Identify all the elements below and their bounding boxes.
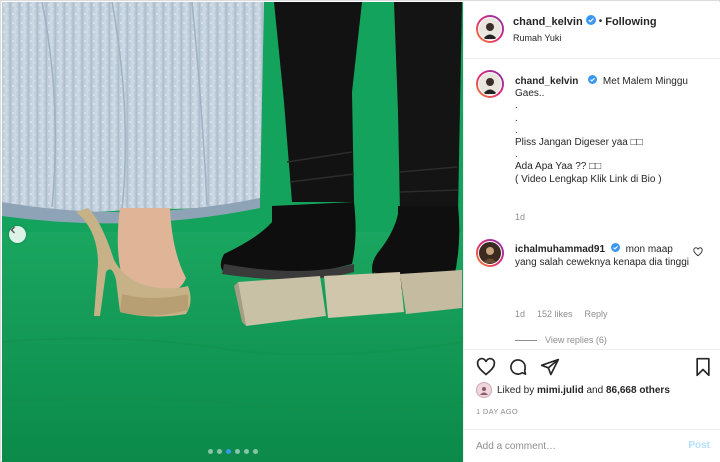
brick-3	[400, 270, 462, 314]
carousel-indicator	[2, 449, 463, 454]
liker-avatar[interactable]	[476, 382, 492, 398]
post-date: 1 DAY AGO	[476, 407, 519, 416]
author-username[interactable]: chand_kelvin	[513, 16, 583, 28]
liked-by-prefix: Liked by	[497, 384, 535, 396]
liked-by-and: and	[586, 384, 604, 396]
photo-scene	[2, 2, 463, 462]
post-comment-button[interactable]: Post	[688, 440, 710, 451]
caption-line: Ada Apa Yaa ?? □□	[515, 161, 602, 173]
header-separator: •	[598, 16, 603, 27]
post-location[interactable]: Rumah Yuki	[513, 33, 561, 43]
caption-line: ( Video Lengkap Klik Link di Bio )	[515, 173, 662, 185]
comment-text-rest: yang salah ceweknya kenapa dia tinggi	[515, 257, 690, 268]
caption-timestamp: 1d	[515, 212, 526, 222]
carousel-dot	[234, 449, 240, 454]
verified-icon	[588, 75, 598, 88]
commenter-username[interactable]: ichalmuhammad91	[515, 244, 605, 255]
heart-icon[interactable]	[476, 357, 496, 377]
comment-like-count[interactable]: 152 likes	[537, 309, 573, 319]
instagram-post-modal: chand_kelvin • Following Rumah Yuki chan…	[0, 0, 720, 462]
comment-timestamp: 1d	[515, 309, 526, 319]
comment-icon[interactable]	[508, 357, 528, 377]
author-avatar[interactable]	[476, 15, 504, 43]
post-details-panel: chand_kelvin • Following Rumah Yuki chan…	[463, 2, 720, 462]
likes-summary: Liked by mimi.julid and 86,668 others	[476, 382, 670, 398]
caption-line: .	[515, 124, 518, 136]
previous-slide-button[interactable]	[9, 226, 26, 243]
bookmark-icon[interactable]	[694, 357, 712, 377]
commenter-avatar[interactable]	[476, 239, 504, 267]
caption-line: Met Malem Minggu	[602, 76, 688, 87]
carousel-dot	[252, 449, 258, 454]
liked-by-others[interactable]: 86,668 others	[606, 385, 670, 396]
liked-by-user[interactable]: mimi.julid	[537, 385, 584, 396]
share-icon[interactable]	[540, 357, 560, 377]
reply-button[interactable]: Reply	[585, 309, 608, 319]
verified-icon	[610, 243, 620, 256]
comments-section[interactable]: chand_kelvin Met Malem Minggu Gaes.. . .…	[464, 59, 720, 349]
following-button[interactable]: Following	[605, 16, 656, 28]
carousel-dot	[225, 449, 231, 454]
add-comment-bar: Post	[464, 429, 720, 462]
post-header: chand_kelvin • Following Rumah Yuki	[464, 2, 720, 59]
chevron-left-icon	[10, 226, 15, 234]
right-trouser	[394, 2, 462, 212]
verified-icon	[585, 15, 596, 28]
profile-photo	[483, 78, 497, 94]
carousel-dot	[216, 449, 222, 454]
carousel-dot	[207, 449, 213, 454]
caption-author-avatar[interactable]	[476, 70, 504, 98]
comment-text: mon maap	[625, 244, 673, 255]
dress	[2, 2, 264, 216]
caption-line: .	[515, 149, 518, 161]
add-comment-input[interactable]	[476, 437, 676, 455]
comment: ichalmuhammad91 mon maap yang salah cewe…	[515, 243, 695, 269]
profile-photo	[483, 23, 497, 39]
comment-like-heart-icon[interactable]	[693, 247, 703, 257]
profile-photo	[483, 247, 497, 263]
caption-line: .	[515, 112, 518, 124]
comment-meta: 1d 152 likes Reply	[515, 309, 608, 319]
carousel-dot	[243, 449, 249, 454]
caption-line: .	[515, 100, 518, 112]
caption-username[interactable]: chand_kelvin	[515, 76, 578, 87]
post-photo[interactable]	[2, 2, 463, 462]
divider	[515, 339, 537, 341]
post-caption: chand_kelvin Met Malem Minggu Gaes.. . .…	[515, 75, 710, 186]
caption-line: Pliss Jangan Digeser yaa □□	[515, 137, 643, 149]
view-replies-label: View replies (6)	[545, 335, 607, 345]
caption-line: Gaes..	[515, 88, 545, 100]
view-replies-button[interactable]: View replies (6)	[515, 335, 607, 345]
brick-2	[324, 272, 404, 318]
